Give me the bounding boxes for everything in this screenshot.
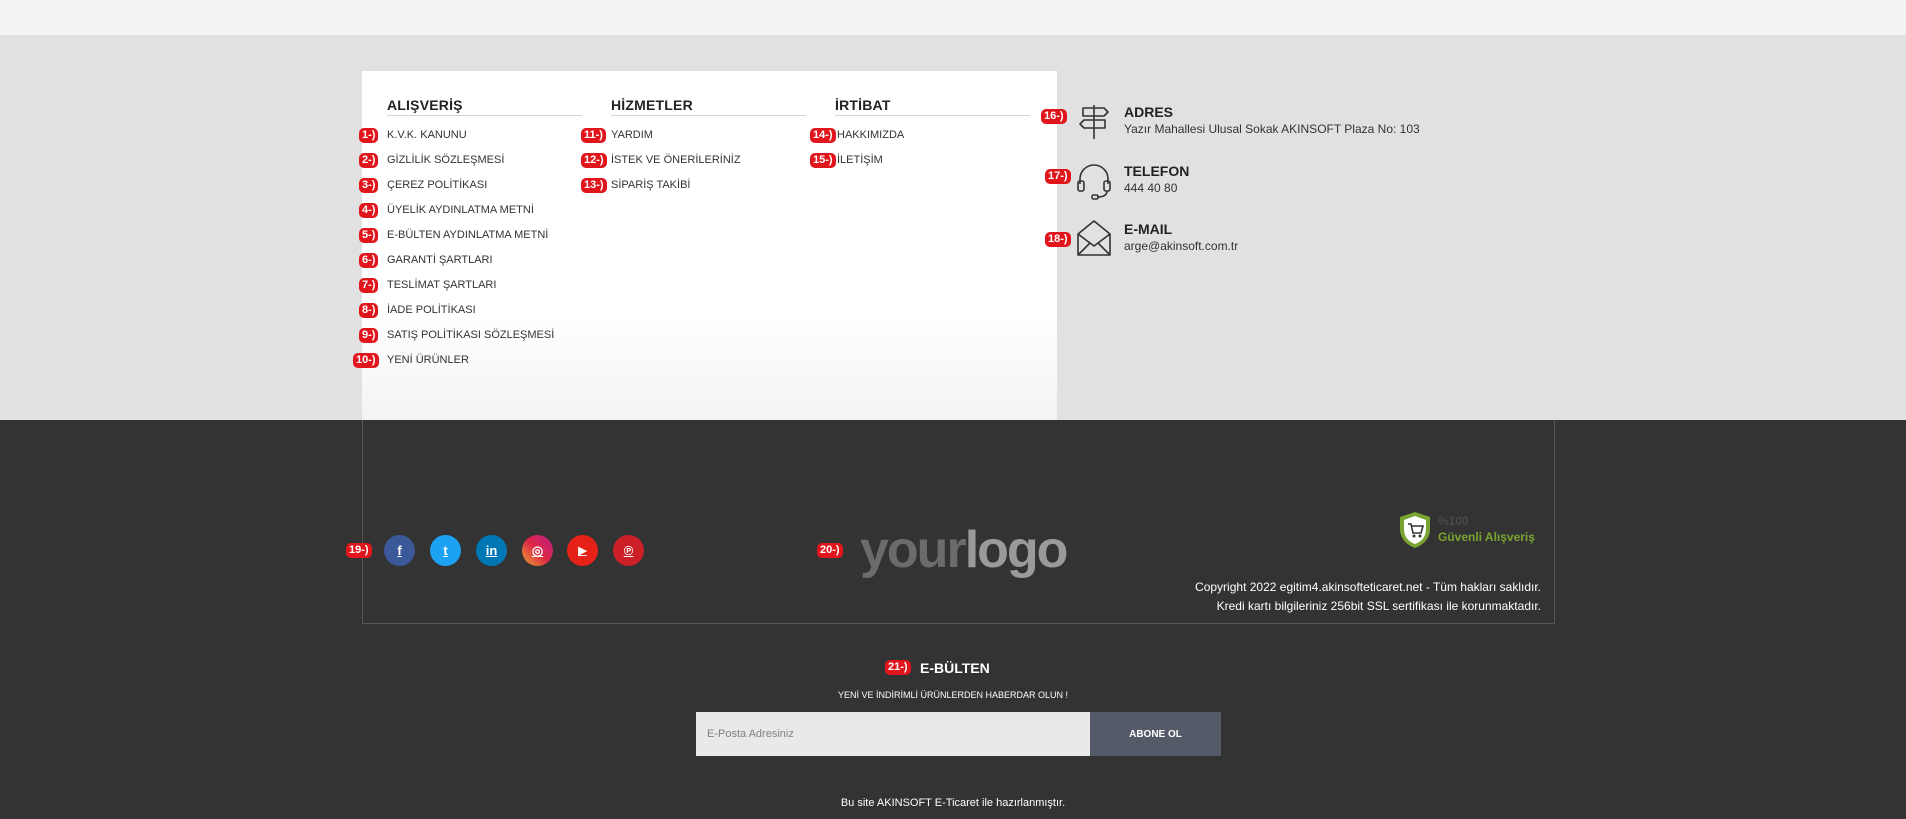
list-item: 7-) TESLİMAT ŞARTLARI [359, 275, 587, 300]
top-strip [0, 0, 1906, 35]
shield-cart-icon [1400, 512, 1430, 548]
newsletter-subtitle: YENİ VE İNDİRİMLİ ÜRÜNLERDEN HABERDAR OL… [837, 690, 1069, 700]
annotation-badge: 16-) [1041, 109, 1067, 124]
list-item: 15-) İLETİŞİM [810, 150, 1035, 175]
annotation-badge: 6-) [359, 253, 379, 268]
contact-value: 444 40 80 [1124, 181, 1178, 195]
column-irtibat: İRTİBAT 14-) HAKKIMIZDA 15-) İLETİŞİM [810, 97, 1035, 175]
list-item: 9-) SATIŞ POLİTİKASI SÖZLEŞMESİ [359, 325, 587, 350]
contact-value: arge@akinsoft.com.tr [1124, 239, 1239, 253]
secure-text: Güvenli Alışveriş [1438, 530, 1535, 544]
link-kvk-kanunu[interactable]: K.V.K. KANUNU [387, 129, 467, 141]
contact-title: E-MAIL [1124, 221, 1173, 237]
list-item: 12-) İSTEK VE ÖNERİLERİNİZ [581, 150, 811, 175]
column-title: İRTİBAT [835, 97, 1030, 116]
secure-percent: %100 [1438, 514, 1469, 528]
link-satis-politikasi[interactable]: SATIŞ POLİTİKASI SÖZLEŞMESİ [387, 329, 554, 341]
contact-title: ADRES [1124, 104, 1174, 120]
annotation-badge: 3-) [359, 178, 379, 193]
link-iletisim[interactable]: İLETİŞİM [837, 154, 883, 166]
contact-email: 18-) E-MAIL arge@akinsoft.com.tr [1045, 218, 1435, 268]
annotation-badge: 19-) [346, 543, 372, 558]
annotation-badge: 8-) [359, 303, 379, 318]
subscribe-button[interactable]: ABONE OL [1090, 712, 1221, 756]
column-title: HİZMETLER [611, 97, 806, 116]
annotation-badge: 17-) [1045, 169, 1071, 184]
powered-by-note: Bu site AKINSOFT E-Ticaret ile hazırlanm… [840, 797, 1066, 809]
list-item: 13-) SİPARİŞ TAKİBİ [581, 175, 811, 200]
site-logo[interactable]: yourlogo [860, 520, 1069, 580]
annotation-badge: 5-) [359, 228, 379, 243]
annotation-badge: 12-) [581, 153, 607, 168]
copyright-line: Copyright 2022 egitim4.akinsofteticaret.… [1195, 580, 1541, 594]
link-list: 1-) K.V.K. KANUNU 2-) GİZLİLİK SÖZLEŞMESİ … [353, 125, 587, 375]
contact-address: 16-) ADRES Yazır Mahallesi Ulusal Sokak … [1041, 101, 1435, 151]
link-list: 14-) HAKKIMIZDA 15-) İLETİŞİM [810, 125, 1035, 175]
link-gizlilik-sozlesmesi[interactable]: GİZLİLİK SÖZLEŞMESİ [387, 154, 504, 166]
youtube-icon[interactable]: ▶ [567, 535, 598, 566]
list-item: 3-) ÇEREZ POLİTİKASI [359, 175, 587, 200]
annotation-badge: 11-) [581, 128, 606, 143]
contact-value: Yazır Mahallesi Ulusal Sokak AKINSOFT Pl… [1124, 122, 1420, 136]
list-item: 8-) İADE POLİTİKASI [359, 300, 587, 325]
link-list: 11-) YARDIM 12-) İSTEK VE ÖNERİLERİNİZ 13-… [581, 125, 811, 200]
link-yardim[interactable]: YARDIM [611, 129, 653, 141]
column-alisveris: ALIŞVERİŞ 1-) K.V.K. KANUNU 2-) GİZLİLİK S… [353, 97, 587, 375]
link-garanti-sartlari[interactable]: GARANTİ ŞARTLARI [387, 254, 493, 266]
envelope-icon [1077, 220, 1111, 256]
column-title: ALIŞVERİŞ [387, 97, 582, 116]
list-item: 6-) GARANTİ ŞARTLARI [359, 250, 587, 275]
copyright: Copyright 2022 egitim4.akinsofteticaret.… [1195, 578, 1541, 616]
twitter-icon[interactable]: t [430, 535, 461, 566]
link-iade-politikasi[interactable]: İADE POLİTİKASI [387, 304, 476, 316]
annotation-badge: 7-) [359, 278, 379, 293]
logo-part-1: your [860, 521, 967, 579]
annotation-badge: 2-) [359, 153, 379, 168]
ssl-line: Kredi kartı bilgileriniz 256bit SSL sert… [1216, 599, 1541, 613]
annotation-badge: 13-) [581, 178, 607, 193]
signpost-icon [1079, 105, 1109, 139]
list-item: 10-) YENİ ÜRÜNLER [353, 350, 587, 375]
contact-title: TELEFON [1124, 163, 1190, 179]
facebook-icon[interactable]: f [384, 535, 415, 566]
annotation-badge: 18-) [1045, 232, 1071, 247]
link-yeni-urunler[interactable]: YENİ ÜRÜNLER [387, 354, 469, 366]
list-item: 14-) HAKKIMIZDA [810, 125, 1035, 150]
headset-icon [1077, 164, 1111, 200]
link-istek-oneriler[interactable]: İSTEK VE ÖNERİLERİNİZ [611, 154, 741, 166]
contact-phone: 17-) TELEFON 444 40 80 [1045, 160, 1435, 210]
link-teslimat-sartlari[interactable]: TESLİMAT ŞARTLARI [387, 279, 496, 291]
link-cerez-politikasi[interactable]: ÇEREZ POLİTİKASI [387, 179, 487, 191]
pinterest-icon[interactable]: ℗ [613, 535, 644, 566]
annotation-badge: 21-) [885, 660, 911, 675]
annotation-badge: 20-) [817, 543, 843, 558]
list-item: 1-) K.V.K. KANUNU [359, 125, 587, 150]
link-ebulten-aydinlatma[interactable]: E-BÜLTEN AYDINLATMA METNİ [387, 229, 548, 241]
annotation-badge: 9-) [359, 328, 379, 343]
list-item: 4-) ÜYELİK AYDINLATMA METNİ [359, 200, 587, 225]
link-hakkimizda[interactable]: HAKKIMIZDA [837, 129, 904, 141]
column-hizmetler: HİZMETLER 11-) YARDIM 12-) İSTEK VE ÖNERİL… [581, 97, 811, 200]
instagram-icon[interactable]: ◎ [522, 535, 553, 566]
secure-shopping-badge: %100 Güvenli Alışveriş [1398, 511, 1548, 551]
annotation-badge: 4-) [359, 203, 379, 218]
list-item: 5-) E-BÜLTEN AYDINLATMA METNİ [359, 225, 587, 250]
list-item: 2-) GİZLİLİK SÖZLEŞMESİ [359, 150, 587, 175]
annotation-badge: 15-) [810, 153, 836, 168]
link-siparis-takibi[interactable]: SİPARİŞ TAKİBİ [611, 179, 690, 191]
annotation-badge: 1-) [359, 128, 379, 143]
newsletter-title: E-BÜLTEN [920, 660, 990, 676]
linkedin-icon[interactable]: in [476, 535, 507, 566]
link-uyelik-aydinlatma[interactable]: ÜYELİK AYDINLATMA METNİ [387, 204, 534, 216]
newsletter-email-input[interactable] [696, 712, 1090, 756]
logo-part-2: logo [964, 521, 1069, 579]
list-item: 11-) YARDIM [581, 125, 811, 150]
annotation-badge: 10-) [353, 353, 379, 368]
annotation-badge: 14-) [810, 128, 836, 143]
